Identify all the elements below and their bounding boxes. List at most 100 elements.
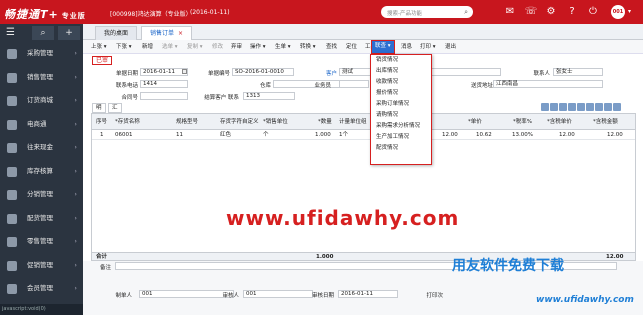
toolbar-locate[interactable]: 定位 [346, 40, 357, 54]
col-header[interactable]: 存货字符自定义 [220, 114, 259, 130]
toolbar-message[interactable]: 消息 [401, 40, 412, 54]
cell[interactable]: 1个 [339, 130, 348, 140]
col-header[interactable]: *数量 [318, 114, 332, 130]
menu-item-quote[interactable]: 报价情况 [371, 88, 431, 99]
toolbar-select[interactable]: 选单 ▾ [162, 40, 178, 54]
col-header[interactable]: *存货名称 [115, 114, 140, 130]
copy-row-icon[interactable] [568, 103, 576, 111]
cell[interactable]: 1.000 [315, 130, 331, 140]
doc-no-field[interactable]: SO-2016-01-0010 [232, 68, 294, 76]
tab-sales-order[interactable]: 销售订单 × [141, 26, 193, 40]
cell[interactable]: 1 [100, 130, 104, 140]
cell[interactable]: 13.00% [512, 130, 533, 140]
power-icon[interactable]: ⏻ [586, 5, 600, 19]
menu-item-allocation[interactable]: 配货情况 [371, 143, 431, 154]
toolbar-generate[interactable]: 生单 ▾ [275, 40, 291, 54]
settle-field[interactable]: 1313 [243, 92, 295, 100]
batch-icon[interactable] [577, 103, 585, 111]
calendar-icon[interactable] [182, 69, 187, 74]
sidebar-item-sales[interactable]: 销售管理 › [0, 66, 83, 90]
print-count-label: 打印次 [426, 293, 443, 299]
col-header[interactable]: *含税金额 [593, 114, 618, 130]
toolbar-query[interactable]: 联查 ▾ [371, 40, 395, 54]
phone-icon[interactable]: ☏ [524, 5, 538, 19]
toolbar-new[interactable]: 新增 [142, 40, 153, 54]
menu-item-outbound[interactable]: 出库情况 [371, 66, 431, 77]
cell[interactable]: 红色 [220, 130, 231, 140]
salesman-field[interactable] [339, 80, 369, 88]
menu-item-sales[interactable]: 销货情况 [371, 55, 431, 66]
toolbar-find[interactable]: 查找 [326, 40, 337, 54]
toolbar-convert[interactable]: 转换 ▾ [300, 40, 316, 54]
distribution-icon [7, 190, 17, 200]
more-icon[interactable] [613, 103, 621, 111]
cell[interactable]: 个 [263, 130, 269, 140]
menu-item-demand-analysis[interactable]: 采购需求分析情况 [371, 121, 431, 132]
toolbar-copy[interactable]: 复制 ▾ [187, 40, 203, 54]
menu-item-purchase-order[interactable]: 采购订单情况 [371, 99, 431, 110]
search-icon[interactable]: ⌕ [32, 26, 54, 40]
delivery-field[interactable]: 江西南昌 [493, 80, 603, 88]
add-icon[interactable]: + [58, 26, 80, 40]
cell[interactable]: 11 [176, 130, 183, 140]
sidebar-item-allocation[interactable]: 配货管理 › [0, 207, 83, 231]
allocation-icon [7, 213, 17, 224]
menu-icon[interactable]: ☰ [6, 27, 15, 38]
toolbar-prev[interactable]: 上张 ▾ [91, 40, 107, 54]
sidebar-item-member[interactable]: 会员管理 › [0, 277, 83, 301]
col-header[interactable]: *单价 [468, 114, 482, 130]
sidebar-item-order-mall[interactable]: 订货商城 › [0, 89, 83, 113]
toolbar-edit[interactable]: 修改 [212, 40, 223, 54]
toolbar-next[interactable]: 下张 ▾ [116, 40, 132, 54]
cell[interactable]: 06001 [115, 130, 133, 140]
doc-no-label: 单据编号 [207, 71, 230, 77]
export-icon[interactable] [604, 103, 612, 111]
cell[interactable]: 12.00 [559, 130, 575, 140]
search-icon[interactable]: ⌕ [464, 8, 468, 17]
col-header[interactable]: *含税单价 [547, 114, 572, 130]
insert-row-icon[interactable] [550, 103, 558, 111]
refresh-icon[interactable] [595, 103, 603, 111]
sidebar-item-inventory[interactable]: 库存核算 › [0, 160, 83, 184]
col-header[interactable]: 序号 [96, 114, 107, 130]
tab-summary[interactable]: 汇总 [108, 103, 122, 120]
column-settings-icon[interactable] [586, 103, 594, 111]
doc-date-field[interactable]: 2016-01-11 [140, 68, 188, 76]
toolbar-operate[interactable]: 操作 ▾ [250, 40, 266, 54]
contact-field[interactable]: 张女士 [553, 68, 603, 76]
sidebar-item-cash[interactable]: 往来现金 › [0, 136, 83, 160]
total-qty: 1.000 [316, 254, 334, 260]
menu-item-production[interactable]: 生产加工情况 [371, 132, 431, 143]
toolbar-exit[interactable]: 退出 [445, 40, 456, 54]
mail-icon[interactable]: ✉ [503, 5, 517, 19]
tab-desktop[interactable]: 我的桌面 [95, 26, 138, 40]
cell[interactable]: 12.00 [607, 130, 623, 140]
toolbar-print[interactable]: 打印 ▾ [420, 40, 436, 54]
menu-item-requisition[interactable]: 请购情况 [371, 110, 431, 121]
chevron-down-icon[interactable]: ▾ [628, 8, 631, 15]
search-input[interactable]: 搜索-产品功能 ⌕ [381, 6, 473, 18]
help-icon[interactable]: ? [565, 5, 579, 19]
col-header[interactable]: 计量单位组 [339, 114, 367, 130]
col-header[interactable]: *税率% [513, 114, 532, 130]
delete-row-icon[interactable] [559, 103, 567, 111]
phone-field[interactable]: 1414 [140, 80, 188, 88]
cell[interactable]: 12.00 [442, 130, 458, 140]
contract-field[interactable] [140, 92, 188, 100]
add-row-icon[interactable] [541, 103, 549, 111]
toolbar-unaudit[interactable]: 弃审 [231, 40, 242, 54]
menu-item-receipt[interactable]: 收款情况 [371, 77, 431, 88]
close-icon[interactable]: × [178, 30, 183, 37]
sidebar-item-ecommerce[interactable]: 电商通 › [0, 113, 83, 137]
tab-detail[interactable]: 明细 [92, 103, 106, 120]
sidebar-item-purchase[interactable]: 采购管理 › [0, 42, 83, 66]
cell[interactable]: 10.62 [476, 130, 492, 140]
table-row[interactable]: 1 06001 11 红色 个 1.000 1个 12.00 10.62 13.… [92, 130, 635, 140]
sidebar-item-retail[interactable]: 零售管理 › [0, 230, 83, 254]
user-avatar[interactable]: 001 [611, 5, 625, 19]
settings-icon[interactable]: ⚙ [544, 5, 558, 19]
watermark-url-small: www.ufidawhy.com [536, 295, 634, 305]
col-header[interactable]: 规格型号 [176, 114, 198, 130]
col-header[interactable]: *销售单位 [263, 114, 288, 130]
sidebar-item-distribution[interactable]: 分销管理 › [0, 183, 83, 207]
